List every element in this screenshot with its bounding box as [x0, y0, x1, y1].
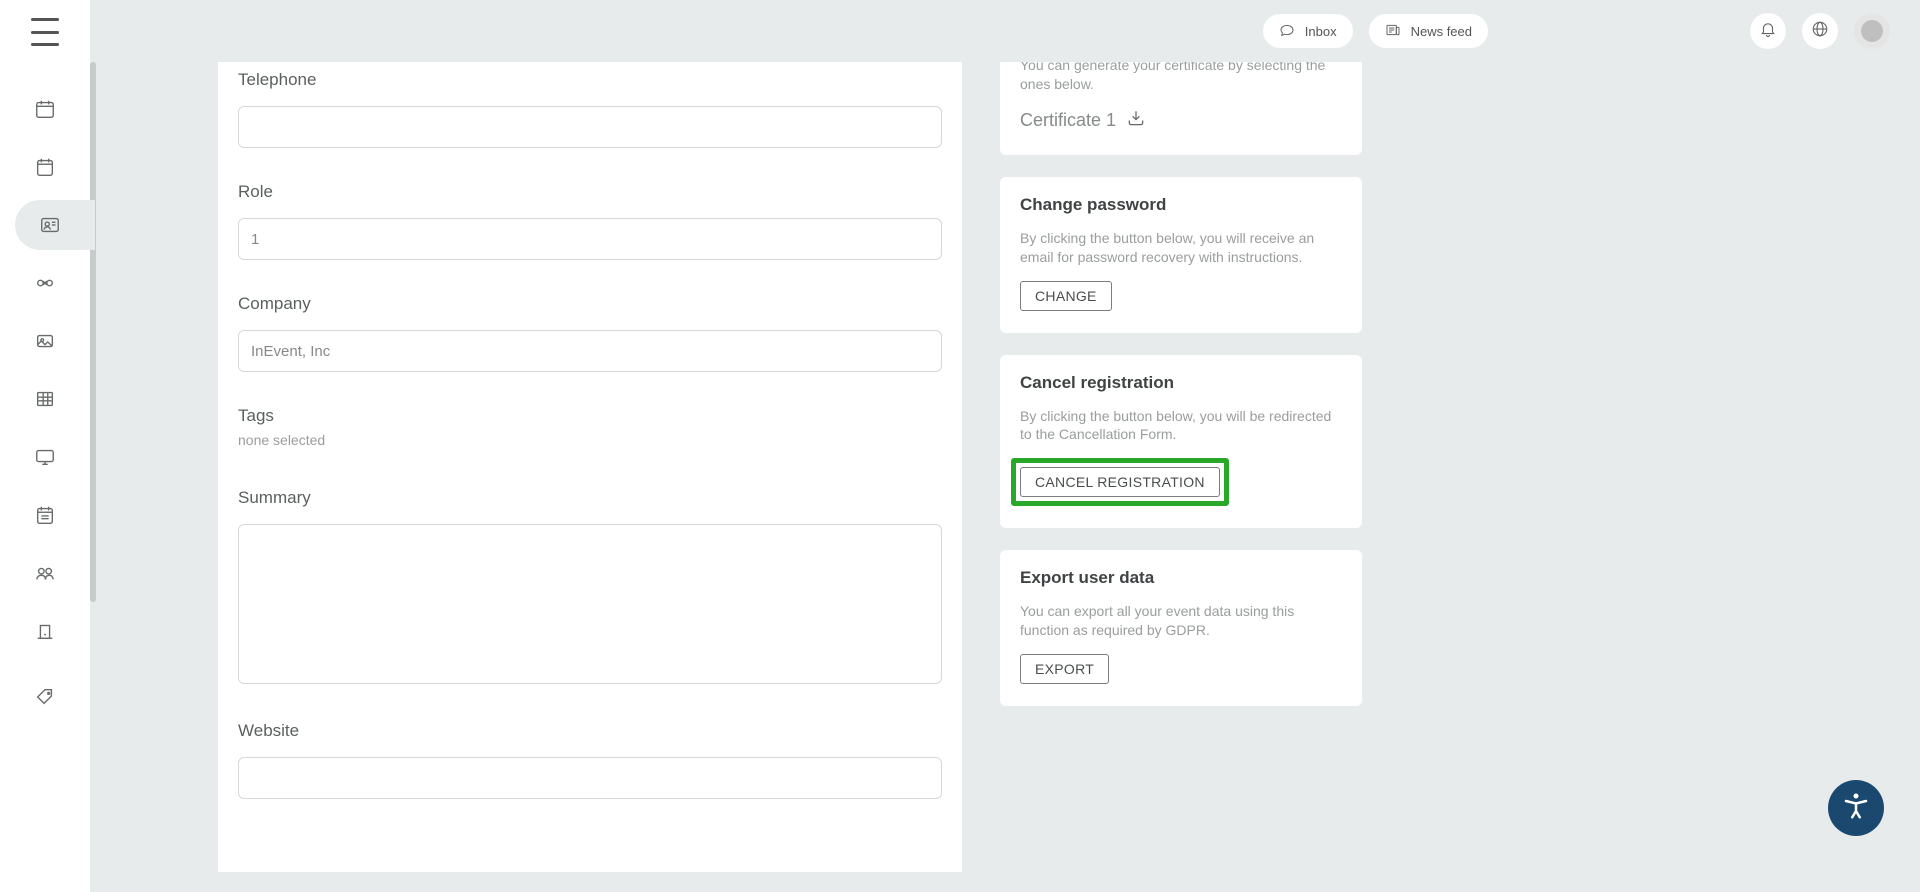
field-role: Role	[238, 182, 942, 260]
accessibility-fab[interactable]	[1828, 780, 1884, 836]
cancel-registration-button[interactable]: CANCEL REGISTRATION	[1020, 467, 1220, 497]
hamburger-menu-icon[interactable]	[31, 18, 59, 46]
change-password-button[interactable]: CHANGE	[1020, 281, 1112, 311]
nav-agenda-icon[interactable]	[20, 490, 70, 540]
website-label: Website	[238, 721, 942, 741]
nav-table-icon[interactable]	[20, 374, 70, 424]
bell-icon	[1759, 20, 1777, 43]
nav-schedule-icon[interactable]	[20, 84, 70, 134]
field-summary: Summary	[238, 488, 942, 689]
change-password-card: Change password By clicking the button b…	[1000, 177, 1362, 333]
summary-textarea[interactable]	[238, 524, 942, 684]
nav-profile-icon[interactable]	[15, 200, 95, 250]
certificate-card: You can generate your certificate by sel…	[1000, 62, 1362, 155]
summary-label: Summary	[238, 488, 942, 508]
field-tags: Tags none selected	[238, 406, 942, 448]
scrollbar-indicator[interactable]	[90, 62, 96, 602]
newsfeed-label: News feed	[1411, 24, 1472, 39]
cancel-registration-card: Cancel registration By clicking the butt…	[1000, 355, 1362, 529]
nav-people-icon[interactable]	[20, 548, 70, 598]
nav-calendar-icon[interactable]	[20, 142, 70, 192]
nav-networking-icon[interactable]	[20, 258, 70, 308]
change-password-desc: By clicking the button below, you will r…	[1020, 229, 1342, 267]
telephone-input[interactable]	[238, 106, 942, 148]
download-icon	[1126, 108, 1146, 133]
inbox-button[interactable]: Inbox	[1263, 14, 1353, 48]
telephone-label: Telephone	[238, 70, 942, 90]
export-data-card: Export user data You can export all your…	[1000, 550, 1362, 706]
cancel-registration-title: Cancel registration	[1020, 373, 1342, 393]
website-input[interactable]	[238, 757, 942, 799]
export-data-button[interactable]: EXPORT	[1020, 654, 1109, 684]
left-sidebar	[0, 0, 90, 892]
globe-icon	[1811, 20, 1829, 43]
company-input[interactable]	[238, 330, 942, 372]
newsfeed-button[interactable]: News feed	[1369, 14, 1488, 48]
certificate-desc: You can generate your certificate by sel…	[1020, 62, 1342, 94]
profile-form-card: Telephone Role Company Tags none selecte…	[218, 62, 962, 872]
nav-tag-icon[interactable]	[20, 672, 70, 722]
avatar-icon	[1861, 20, 1883, 42]
right-column: You can generate your certificate by sel…	[1000, 62, 1362, 872]
cancel-registration-desc: By clicking the button below, you will b…	[1020, 407, 1342, 445]
language-button[interactable]	[1802, 13, 1838, 49]
export-data-desc: You can export all your event data using…	[1020, 602, 1342, 640]
top-bar: Inbox News feed	[90, 0, 1920, 62]
company-label: Company	[238, 294, 942, 314]
chat-icon	[1279, 22, 1295, 41]
tags-none-text: none selected	[238, 432, 942, 448]
certificate-1-label: Certificate 1	[1020, 110, 1116, 131]
cancel-registration-highlight: CANCEL REGISTRATION	[1011, 458, 1229, 506]
inbox-label: Inbox	[1305, 24, 1337, 39]
accessibility-icon	[1841, 791, 1871, 826]
field-company: Company	[238, 294, 942, 372]
nav-monitor-icon[interactable]	[20, 432, 70, 482]
main-content: Telephone Role Company Tags none selecte…	[90, 62, 1920, 892]
tags-label: Tags	[238, 406, 942, 426]
change-password-title: Change password	[1020, 195, 1342, 215]
role-input[interactable]	[238, 218, 942, 260]
nav-building-icon[interactable]	[20, 606, 70, 656]
nav-gallery-icon[interactable]	[20, 316, 70, 366]
role-label: Role	[238, 182, 942, 202]
user-avatar[interactable]	[1854, 13, 1890, 49]
notifications-button[interactable]	[1750, 13, 1786, 49]
field-telephone: Telephone	[238, 70, 942, 148]
export-data-title: Export user data	[1020, 568, 1342, 588]
certificate-1-row[interactable]: Certificate 1	[1020, 108, 1342, 133]
newspaper-icon	[1385, 22, 1401, 41]
field-website: Website	[238, 721, 942, 799]
